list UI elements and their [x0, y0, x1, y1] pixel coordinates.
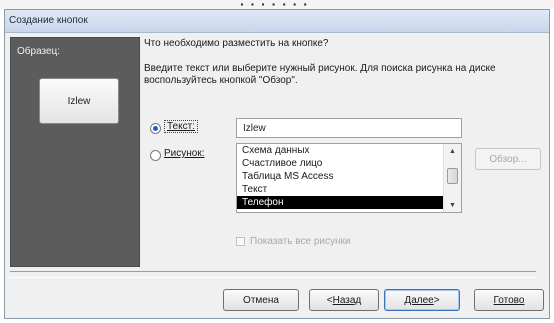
picture-radio[interactable]: [150, 150, 161, 161]
show-all-label: Показать все рисунки: [250, 236, 351, 247]
picture-list: Схема данных Счастливое лицо Таблица MS Ac…: [237, 144, 443, 209]
picture-radio-label[interactable]: Рисунок:: [164, 148, 205, 159]
sample-label: Образец:: [17, 46, 61, 57]
text-radio[interactable]: [150, 123, 161, 134]
browse-button[interactable]: Обзор...: [475, 148, 541, 170]
next-button[interactable]: Далее >: [384, 289, 460, 311]
top-strip: · · · · · · ·: [0, 0, 554, 12]
checkbox-box[interactable]: [236, 237, 245, 246]
scroll-up-arrow-icon[interactable]: ▲: [444, 144, 461, 158]
sample-button-preview: Izlew: [39, 78, 119, 124]
separator-highlight: [10, 277, 536, 278]
instructions-text: Введите текст или выберите нужный рисуно…: [144, 63, 496, 86]
cancel-button[interactable]: Отмена: [223, 289, 299, 311]
picture-list-item[interactable]: Телефон: [237, 196, 443, 209]
question-text: Что необходимо разместить на кнопке?: [144, 38, 329, 49]
show-all-pictures-checkbox[interactable]: Показать все рисунки: [236, 236, 350, 247]
window-title: Создание кнопок: [9, 15, 88, 26]
done-button[interactable]: Готово: [474, 289, 544, 311]
picture-listbox[interactable]: Схема данных Счастливое лицо Таблица MS Ac…: [236, 143, 462, 213]
list-scrollbar[interactable]: ▲ ▼: [443, 144, 461, 212]
sample-panel: Образец: Izlew: [10, 37, 140, 267]
picture-list-item[interactable]: Счастливое лицо: [237, 157, 443, 170]
title-bar: Создание кнопок: [5, 10, 549, 33]
scroll-down-arrow-icon[interactable]: ▼: [444, 198, 461, 212]
picture-list-item[interactable]: Схема данных: [237, 144, 443, 157]
radio-selected-dot: [153, 126, 158, 131]
button-text-input[interactable]: [236, 118, 462, 138]
back-button[interactable]: < Назад: [309, 289, 379, 311]
separator-line: [10, 271, 536, 272]
text-radio-label[interactable]: Текст:: [164, 120, 198, 133]
scroll-thumb[interactable]: [447, 168, 458, 184]
picture-list-item[interactable]: Текст: [237, 183, 443, 196]
picture-list-item[interactable]: Таблица MS Access: [237, 170, 443, 183]
